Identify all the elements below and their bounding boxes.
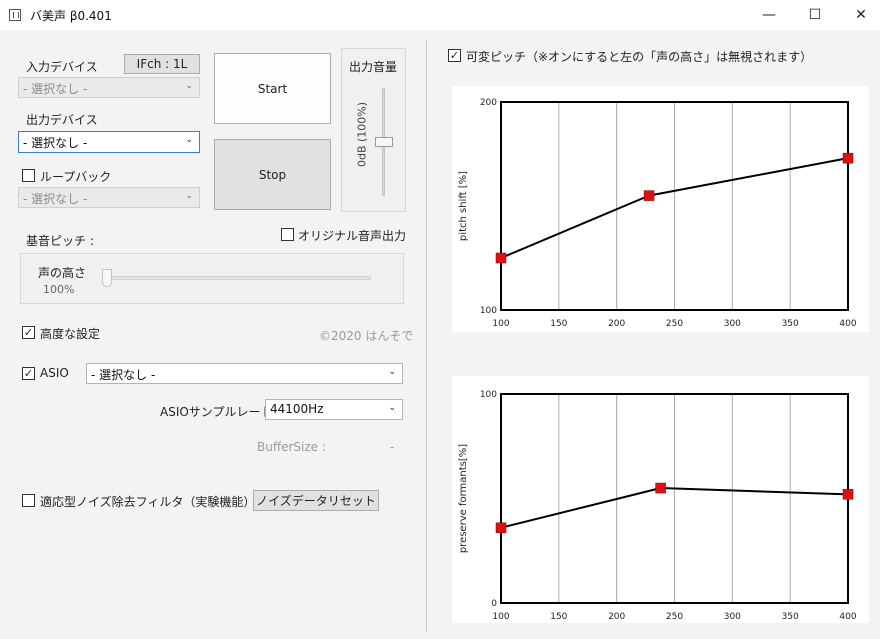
x-tick-label: 400 (839, 319, 856, 329)
voice-height-value: 100% (43, 283, 75, 296)
noise-filter-checkbox[interactable] (22, 494, 35, 507)
original-output-checkbox[interactable] (281, 228, 294, 241)
voice-height-slider-thumb[interactable] (102, 269, 112, 287)
start-button[interactable]: Start (214, 53, 331, 124)
maximize-icon[interactable]: ☐ (792, 0, 838, 30)
y-tick-label: 100 (480, 390, 497, 400)
output-device-select[interactable]: - 選択なし - ⌄ (18, 131, 200, 153)
asio-select[interactable]: - 選択なし - ⌄ (86, 363, 403, 384)
asio-value: - 選択なし - (91, 368, 156, 382)
x-tick-label: 250 (666, 612, 683, 622)
output-device-label: 出力デバイス (26, 113, 98, 127)
y-tick-label: 100 (480, 306, 497, 316)
output-volume-label: 出力音量 (349, 60, 398, 74)
chevron-down-icon: ⌄ (388, 367, 396, 377)
ifch-button[interactable]: IFch : 1L (124, 54, 200, 74)
input-device-select[interactable]: - 選択なし - ⌄ (18, 77, 200, 98)
y-tick-label: 200 (480, 98, 497, 108)
asio-label: ASIO (40, 366, 69, 380)
x-tick-label: 400 (839, 612, 856, 622)
x-tick-label: 200 (608, 612, 625, 622)
asio-checkbox[interactable]: ✓ (22, 367, 35, 380)
checkmark-icon: ✓ (23, 367, 34, 380)
loopback-select[interactable]: - 選択なし - ⌄ (18, 187, 200, 208)
voice-height-label: 声の高さ (38, 266, 87, 280)
sample-rate-label: ASIOサンプルレート : (160, 405, 281, 419)
sample-rate-select[interactable]: 44100Hz ⌄ (265, 399, 403, 420)
window-title: バ美声 β0.401 (30, 9, 112, 23)
y-axis-label: preserve formants[%] (458, 444, 469, 553)
loopback-label: ループバック (40, 170, 112, 184)
data-point (655, 482, 666, 494)
voice-height-slider-track[interactable] (106, 276, 371, 280)
data-point (495, 252, 507, 264)
base-pitch-label: 基音ピッチ : (26, 234, 94, 248)
noise-filter-label: 適応型ノイズ除去フィルタ（実験機能） (40, 495, 256, 509)
chevron-down-icon: ⌄ (185, 81, 193, 91)
x-tick-label: 250 (666, 319, 683, 329)
output-volume-value: 0dB (100%) (355, 101, 369, 168)
buffer-size-label: BufferSize : (257, 440, 326, 454)
checkmark-icon: ✓ (449, 49, 460, 62)
x-tick-label: 150 (550, 612, 567, 622)
x-tick-label: 100 (492, 319, 509, 329)
checkmark-icon: ✓ (23, 326, 34, 339)
y-tick-label: 0 (491, 599, 497, 609)
loopback-checkbox[interactable] (22, 169, 35, 182)
x-tick-label: 350 (782, 319, 799, 329)
chevron-down-icon: ⌄ (388, 403, 396, 413)
sample-rate-value: 44100Hz (270, 402, 324, 416)
data-point (643, 190, 655, 201)
volume-slider-thumb[interactable] (375, 137, 393, 147)
advanced-label: 高度な設定 (40, 327, 101, 341)
preserve-formants-chart[interactable]: 100 150 200 250 300 350 400 0 100 preserve forman… (452, 376, 869, 623)
x-tick-label: 300 (724, 612, 741, 622)
app-icon (9, 9, 21, 21)
pitch-shift-chart[interactable]: 100 150 200 250 300 350 400 100 200 pitch shift [… (452, 86, 869, 332)
stop-button[interactable]: Stop (214, 139, 331, 210)
x-tick-label: 150 (550, 319, 567, 329)
input-device-value: - 選択なし - (23, 82, 88, 96)
minimize-icon[interactable]: — (746, 0, 792, 30)
data-point (842, 152, 854, 164)
data-point (495, 522, 507, 534)
chevron-down-icon: ⌄ (185, 135, 193, 145)
copyright-text: ©2020 はんそで (319, 329, 414, 343)
chevron-down-icon: ⌄ (185, 191, 193, 201)
x-tick-label: 350 (782, 612, 799, 622)
loopback-value: - 選択なし - (23, 192, 88, 206)
advanced-checkbox[interactable]: ✓ (22, 326, 35, 339)
original-output-label: オリジナル音声出力 (298, 229, 407, 243)
y-axis-label: pitch shift [%] (458, 171, 469, 241)
x-tick-label: 200 (608, 319, 625, 329)
noise-reset-button[interactable]: ノイズデータリセット (253, 490, 379, 511)
data-point (842, 489, 854, 500)
variable-pitch-checkbox[interactable]: ✓ (448, 49, 461, 62)
close-icon[interactable]: ✕ (838, 0, 880, 30)
buffer-size-value: - (390, 440, 395, 454)
input-device-label: 入力デバイス (26, 60, 98, 74)
x-tick-label: 300 (724, 319, 741, 329)
variable-pitch-label: 可変ピッチ（※オンにすると左の「声の高さ」は無視されます） (466, 50, 813, 64)
x-tick-label: 100 (492, 612, 509, 622)
output-device-value: - 選択なし - (23, 136, 88, 150)
panel-divider (426, 40, 427, 632)
